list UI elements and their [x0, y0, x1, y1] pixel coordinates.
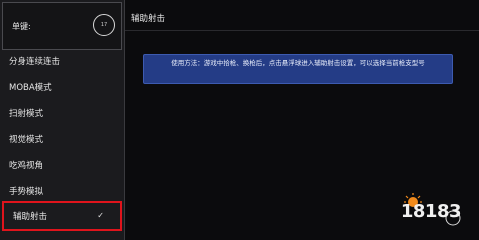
- single-key-label: 单键:: [12, 22, 31, 31]
- watermark-logo: 18183: [391, 190, 471, 232]
- menu-item-label: 扫射模式: [9, 109, 44, 119]
- menu-item-clone-combo[interactable]: 分身连续连击: [0, 48, 124, 74]
- menu-item-label: 辅助射击: [13, 212, 48, 222]
- menu-item-chicken-view[interactable]: 吃鸡视角: [0, 152, 124, 178]
- menu-item-label: MOBA模式: [9, 83, 52, 93]
- menu-item-assist-shooting[interactable]: 辅助射击 ✓: [2, 201, 122, 231]
- menu-item-label: 手势模拟: [9, 187, 44, 197]
- menu-item-label: 吃鸡视角: [9, 161, 44, 171]
- title-divider: [125, 30, 479, 31]
- watermark-text: 18183: [400, 201, 462, 222]
- check-icon: ✓: [97, 211, 104, 220]
- panel-title: 辅助射击: [131, 14, 166, 24]
- usage-info-box: 使用方法：游戏中拾枪、换枪后，点击悬浮球进入辅助射击设置，可以选择当前枪支型号: [143, 54, 453, 84]
- sidebar: 单键: 17 分身连续连击 MOBA模式 扫射模式 视觉模式 吃鸡视角 手势模拟…: [0, 0, 124, 240]
- menu-item-label: 分身连续连击: [9, 57, 61, 67]
- single-key-panel[interactable]: 单键: 17: [2, 2, 122, 50]
- menu-item-sweep-mode[interactable]: 扫射模式: [0, 100, 124, 126]
- key-binding-circle[interactable]: 17: [93, 14, 115, 36]
- menu-item-visual-mode[interactable]: 视觉模式: [0, 126, 124, 152]
- menu-item-label: 视觉模式: [9, 135, 44, 145]
- menu-item-moba-mode[interactable]: MOBA模式: [0, 74, 124, 100]
